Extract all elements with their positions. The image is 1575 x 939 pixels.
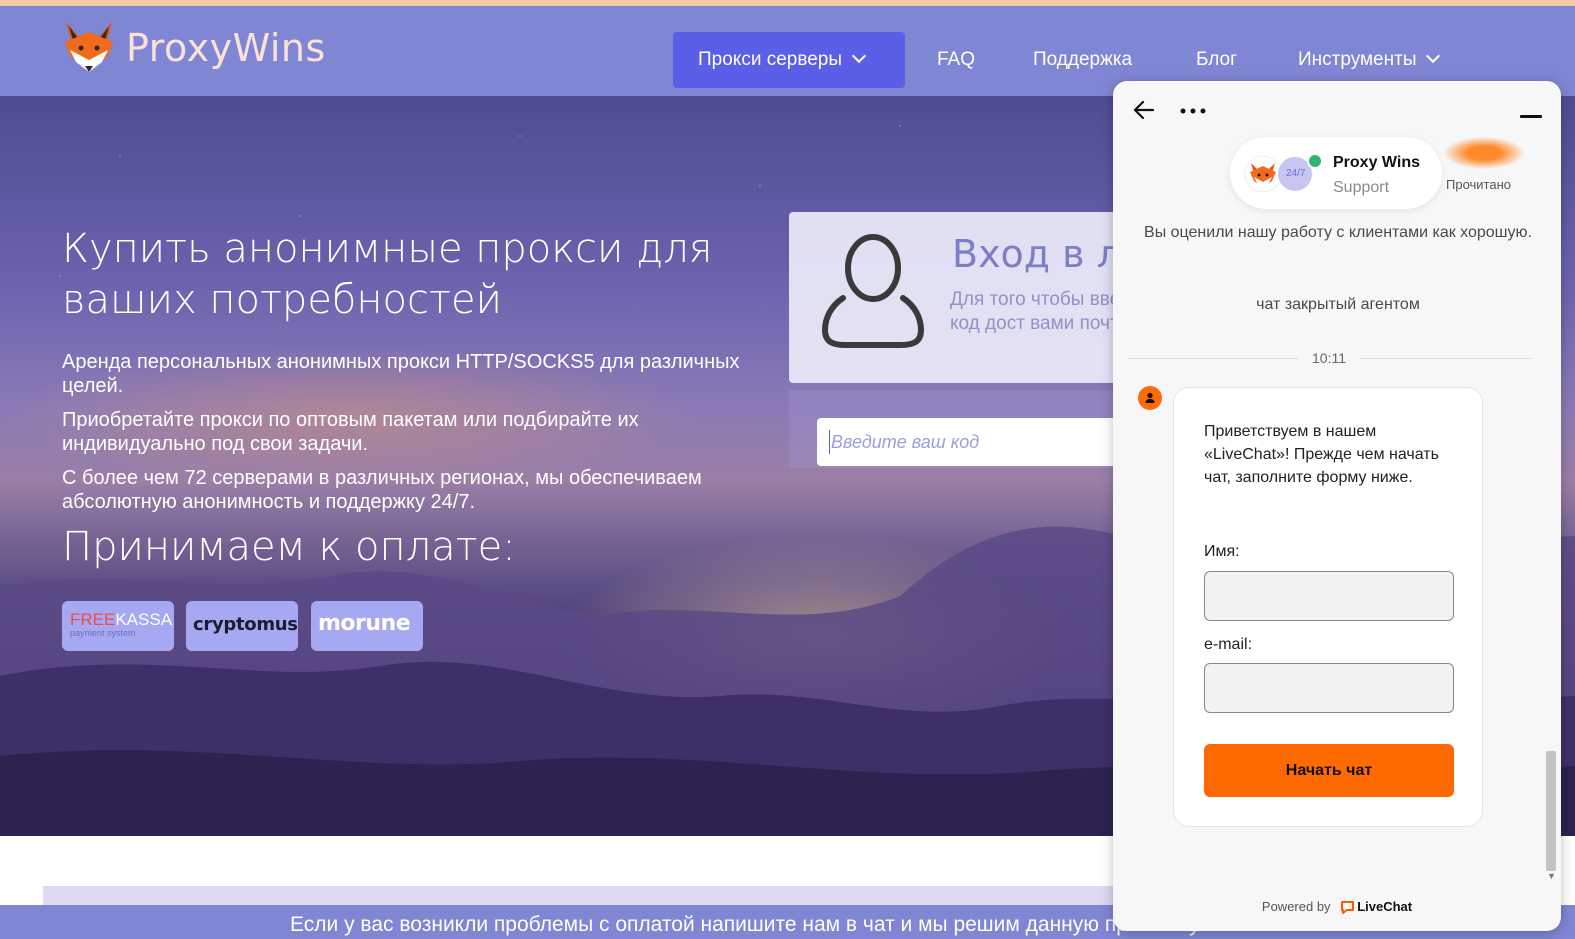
- minimize-icon[interactable]: [1520, 115, 1542, 118]
- nav-proxy-servers[interactable]: Прокси серверы: [673, 32, 905, 88]
- nav-proxy-servers-label: Прокси серверы: [698, 49, 843, 70]
- nav-faq[interactable]: FAQ: [937, 32, 975, 88]
- time-divider: 10:11: [1128, 349, 1531, 369]
- nav-support-label: Поддержка: [1033, 49, 1133, 70]
- agent-card: 24/7 Proxy Wins Support: [1230, 137, 1442, 209]
- hero-title: Купить анонимные прокси для ваших потреб…: [62, 226, 713, 323]
- cryptomus-badge[interactable]: cryptomus: [186, 601, 298, 651]
- logo-text: ProxyWins: [126, 26, 326, 70]
- rating-note: Вы оценили нашу работу с клиентами как х…: [1144, 224, 1532, 241]
- scroll-down-arrow-icon[interactable]: ▼: [1547, 871, 1556, 881]
- content-band: [43, 886, 1143, 906]
- login-title: Вход в л: [952, 232, 1121, 276]
- agent-name: Proxy Wins: [1333, 154, 1420, 171]
- hero-paragraph-1: Аренда персональных анонимных прокси HTT…: [62, 351, 740, 397]
- morune-logo: morune: [318, 611, 411, 636]
- freekassa-logo: FREEKASSA: [70, 610, 172, 630]
- prechat-form-card: Приветствуем в нашем «LiveChat»! Прежде …: [1173, 387, 1483, 827]
- footer-notice: Если у вас возникли проблемы с оплатой н…: [290, 913, 1200, 936]
- name-field[interactable]: [1204, 571, 1454, 621]
- email-field[interactable]: [1204, 663, 1454, 713]
- agent-role: Support: [1333, 179, 1390, 196]
- support-247-label: 24/7: [1286, 168, 1306, 179]
- start-chat-button[interactable]: Начать чат: [1204, 744, 1454, 797]
- person-icon: [1145, 392, 1155, 403]
- livechat-logo-icon: [1341, 901, 1355, 915]
- powered-by-label: Powered by: [1261, 899, 1331, 914]
- name-label: Имя:: [1204, 543, 1240, 560]
- hero-paragraph-3: С более чем 72 серверами в различных рег…: [62, 467, 702, 513]
- chat-scrollbar[interactable]: [1546, 751, 1556, 871]
- hero-paragraph-2: Приобретайте прокси по оптовым пакетам и…: [62, 409, 639, 455]
- payment-title: Принимаем к оплате:: [62, 524, 516, 570]
- nav-tools[interactable]: Инструменты: [1298, 32, 1441, 88]
- online-status-dot: [1307, 153, 1323, 169]
- livechat-brand: LiveChat: [1357, 899, 1413, 914]
- message-time: 10:11: [1312, 350, 1346, 366]
- read-status: Прочитано: [1446, 177, 1511, 192]
- divider-line-right: [1360, 358, 1531, 359]
- email-label: e-mail:: [1204, 636, 1253, 653]
- divider-line-left: [1128, 358, 1298, 359]
- blurred-message-bubble: [1444, 137, 1524, 169]
- nav-support[interactable]: Поддержка: [1033, 32, 1132, 88]
- livechat-widget: 24/7 Proxy Wins Support Прочитано Вы оце…: [1113, 81, 1561, 931]
- freekassa-badge[interactable]: FREEKASSA payment system: [62, 601, 174, 651]
- nav-faq-label: FAQ: [937, 49, 976, 70]
- freekassa-logo-free: FREE: [70, 610, 116, 629]
- nav-blog-label: Блог: [1196, 49, 1238, 70]
- powered-by-footer: Powered by LiveChat: [1113, 899, 1561, 915]
- logo[interactable]: ProxyWins: [62, 20, 326, 76]
- chevron-down-icon: [1426, 48, 1441, 64]
- morune-badge[interactable]: morune: [311, 601, 423, 651]
- chat-closed-note: чат закрытый агентом: [1256, 296, 1420, 313]
- nav-tools-label: Инструменты: [1298, 49, 1417, 70]
- chevron-down-icon: [851, 48, 867, 64]
- freekassa-logo-kassa: KASSA: [115, 610, 173, 629]
- welcome-message: Приветствуем в нашем «LiveChat»! Прежде …: [1204, 423, 1439, 486]
- user-icon: [821, 234, 925, 348]
- code-input[interactable]: [817, 418, 1127, 466]
- bot-avatar: [1138, 386, 1162, 410]
- more-options-icon[interactable]: [1179, 107, 1207, 115]
- freekassa-subtitle: payment system: [70, 628, 136, 638]
- back-arrow-icon[interactable]: [1131, 97, 1157, 123]
- nav-blog[interactable]: Блог: [1196, 32, 1237, 88]
- text-cursor: [829, 430, 830, 454]
- cryptomus-logo: cryptomus: [193, 614, 298, 635]
- fox-logo-icon: [65, 22, 113, 72]
